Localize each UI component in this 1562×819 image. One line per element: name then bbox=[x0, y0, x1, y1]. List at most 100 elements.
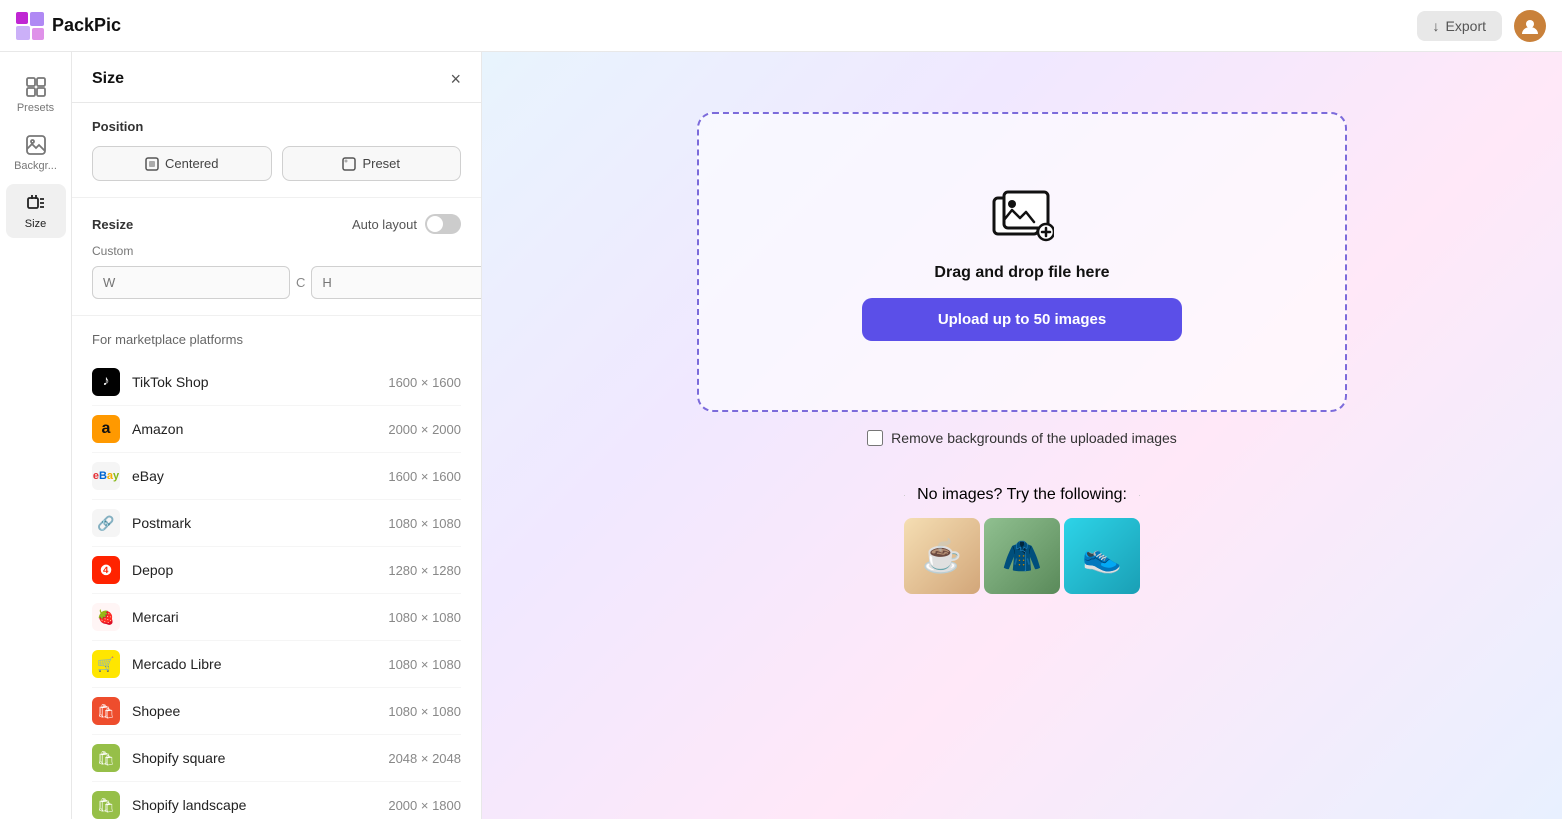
auto-layout-label: Auto layout bbox=[352, 217, 417, 232]
upload-images-icon bbox=[990, 184, 1054, 248]
market-name: Mercari bbox=[132, 609, 388, 625]
preset-label: Preset bbox=[362, 156, 400, 171]
no-images-text: No images? Try the following: bbox=[917, 486, 1127, 504]
market-logo-shopify-landscape: 🛍 bbox=[92, 791, 120, 819]
remove-bg-row: Remove backgrounds of the uploaded image… bbox=[867, 430, 1177, 446]
width-input[interactable] bbox=[92, 266, 290, 299]
size-panel: Size × Position Centered bbox=[72, 52, 482, 819]
sample-image-shoes[interactable]: 👟 bbox=[1064, 518, 1140, 594]
main-layout: Presets Backgr... Size Size × Po bbox=[0, 52, 1562, 819]
divider: No images? Try the following: bbox=[904, 486, 1140, 504]
height-input[interactable] bbox=[311, 266, 482, 299]
marketplace-list: ♪TikTok Shop1600 × 1600aAmazon2000 × 200… bbox=[92, 359, 461, 819]
panel-title: Size bbox=[92, 70, 124, 88]
market-logo-mercado-libre: 🛒 bbox=[92, 650, 120, 678]
avatar bbox=[1514, 10, 1546, 42]
header-right: ↓ Export bbox=[1417, 10, 1546, 42]
sample-images: ☕ 🧥 👟 bbox=[904, 518, 1140, 594]
market-logo-postmark: 🔗 bbox=[92, 509, 120, 537]
market-logo-mercari: 🍓 bbox=[92, 603, 120, 631]
market-logo-tiktok-shop: ♪ bbox=[92, 368, 120, 396]
panel-header: Size × bbox=[72, 52, 481, 103]
remove-bg-label: Remove backgrounds of the uploaded image… bbox=[891, 430, 1177, 446]
marketplace-item[interactable]: 🛍 Shopee1080 × 1080 bbox=[92, 688, 461, 735]
sidebar-presets-label: Presets bbox=[17, 102, 54, 114]
image-icon bbox=[25, 134, 47, 156]
market-logo-depop: ❹ bbox=[92, 556, 120, 584]
export-arrow-icon: ↓ bbox=[1433, 18, 1440, 34]
header: PackPic ↓ Export bbox=[0, 0, 1562, 52]
marketplace-item[interactable]: 🍓 Mercari1080 × 1080 bbox=[92, 594, 461, 641]
marketplace-item[interactable]: 🛒 Mercado Libre1080 × 1080 bbox=[92, 641, 461, 688]
market-size: 2000 × 2000 bbox=[388, 422, 461, 437]
marketplace-item[interactable]: 🔗 Postmark1080 × 1080 bbox=[92, 500, 461, 547]
drag-drop-text: Drag and drop file here bbox=[934, 264, 1109, 282]
market-name: Mercado Libre bbox=[132, 656, 388, 672]
upload-label: Upload up to 50 images bbox=[938, 311, 1106, 328]
market-size: 2048 × 2048 bbox=[388, 751, 461, 766]
upload-button[interactable]: Upload up to 50 images bbox=[862, 298, 1182, 341]
market-logo-shopee: 🛍 bbox=[92, 697, 120, 725]
no-images-section: No images? Try the following: ☕ 🧥 👟 bbox=[904, 482, 1140, 594]
app-name: PackPic bbox=[52, 15, 121, 36]
sample-image-jacket[interactable]: 🧥 bbox=[984, 518, 1060, 594]
logo: PackPic bbox=[16, 12, 121, 40]
packpic-logo-icon bbox=[16, 12, 44, 40]
position-buttons: Centered Preset bbox=[92, 146, 461, 181]
market-name: Amazon bbox=[132, 421, 388, 437]
marketplace-item[interactable]: ♪ TikTok Shop1600 × 1600 bbox=[92, 359, 461, 406]
market-size: 1600 × 1600 bbox=[388, 375, 461, 390]
market-name: eBay bbox=[132, 468, 388, 484]
market-size: 2000 × 1800 bbox=[388, 798, 461, 813]
market-name: Shopify square bbox=[132, 750, 388, 766]
market-size: 1080 × 1080 bbox=[388, 516, 461, 531]
preset-button[interactable]: Preset bbox=[282, 146, 462, 181]
marketplace-section: For marketplace platforms ♪TikTok Shop16… bbox=[72, 316, 481, 819]
market-size: 1280 × 1280 bbox=[388, 563, 461, 578]
resize-header: Resize Auto layout bbox=[92, 214, 461, 234]
centered-label: Centered bbox=[165, 156, 218, 171]
market-size: 1080 × 1080 bbox=[388, 657, 461, 672]
sample-image-coffee[interactable]: ☕ bbox=[904, 518, 980, 594]
icon-sidebar: Presets Backgr... Size bbox=[0, 52, 72, 819]
market-size: 1080 × 1080 bbox=[388, 704, 461, 719]
auto-layout-toggle[interactable] bbox=[425, 214, 461, 234]
preset-icon bbox=[342, 157, 356, 171]
position-label: Position bbox=[92, 119, 461, 134]
drop-zone[interactable]: Drag and drop file here Upload up to 50 … bbox=[697, 112, 1347, 412]
sidebar-item-presets[interactable]: Presets bbox=[6, 68, 66, 122]
sidebar-item-background[interactable]: Backgr... bbox=[6, 126, 66, 180]
market-size: 1600 × 1600 bbox=[388, 469, 461, 484]
panel-close-button[interactable]: × bbox=[450, 70, 461, 88]
marketplace-title: For marketplace platforms bbox=[92, 332, 461, 347]
marketplace-item[interactable]: ❹ Depop1280 × 1280 bbox=[92, 547, 461, 594]
centered-button[interactable]: Centered bbox=[92, 146, 272, 181]
market-logo-ebay: eBay bbox=[92, 462, 120, 490]
market-logo-shopify-square: 🛍 bbox=[92, 744, 120, 772]
market-name: Postmark bbox=[132, 515, 388, 531]
market-name: Depop bbox=[132, 562, 388, 578]
marketplace-item[interactable]: 🛍 Shopify square2048 × 2048 bbox=[92, 735, 461, 782]
marketplace-item[interactable]: a Amazon2000 × 2000 bbox=[92, 406, 461, 453]
resize-label: Resize bbox=[92, 217, 133, 232]
export-label: Export bbox=[1446, 18, 1486, 34]
wh-separator: C bbox=[290, 275, 311, 290]
market-logo-amazon: a bbox=[92, 415, 120, 443]
wh-row: C bbox=[92, 266, 461, 299]
sidebar-item-size[interactable]: Size bbox=[6, 184, 66, 238]
marketplace-item[interactable]: eBayeBay1600 × 1600 bbox=[92, 453, 461, 500]
sidebar-background-label: Backgr... bbox=[14, 160, 57, 172]
sidebar-size-label: Size bbox=[25, 218, 46, 230]
auto-layout-row: Auto layout bbox=[352, 214, 461, 234]
resize-icon bbox=[25, 192, 47, 214]
marketplace-item[interactable]: 🛍Shopify landscape2000 × 1800 bbox=[92, 782, 461, 819]
export-button[interactable]: ↓ Export bbox=[1417, 11, 1502, 41]
market-name: TikTok Shop bbox=[132, 374, 388, 390]
canvas-area: Drag and drop file here Upload up to 50 … bbox=[482, 52, 1562, 819]
resize-section: Resize Auto layout Custom C bbox=[72, 198, 481, 316]
centered-icon bbox=[145, 157, 159, 171]
market-size: 1080 × 1080 bbox=[388, 610, 461, 625]
position-section: Position Centered Preset bbox=[72, 103, 481, 198]
remove-bg-checkbox[interactable] bbox=[867, 430, 883, 446]
market-name: Shopee bbox=[132, 703, 388, 719]
